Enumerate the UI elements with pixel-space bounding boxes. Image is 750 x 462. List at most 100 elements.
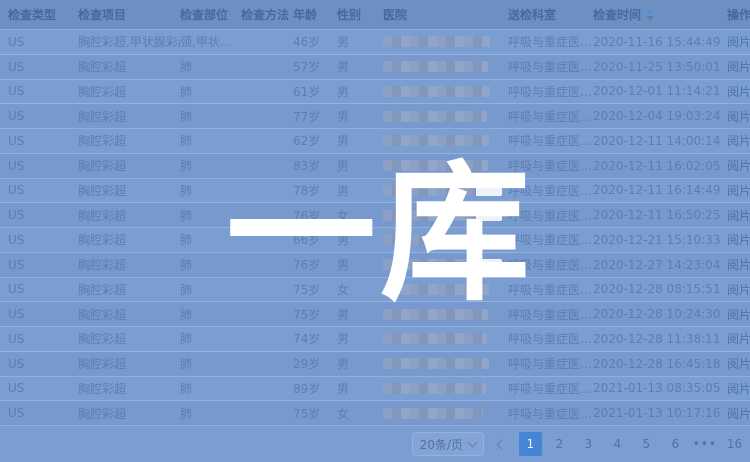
cell-dept: 呼吸与重症医... [508, 380, 593, 397]
table-row: US胸腔彩超肺66岁男呼吸与重症医...2020-12-21 15:10:33阅… [0, 228, 750, 253]
view-film-link[interactable]: 阅片 [727, 132, 750, 149]
gender-text: 男 [337, 157, 349, 174]
view-film-link[interactable]: 阅片 [727, 33, 750, 50]
type-text: US [8, 357, 24, 371]
cell-dept: 呼吸与重症医... [508, 207, 593, 224]
view-film-link[interactable]: 阅片 [727, 108, 750, 125]
view-film-link[interactable]: 阅片 [727, 405, 750, 422]
page-button-5[interactable]: 5 [635, 432, 658, 456]
cell-time: 2021-01-13 10:17:16 [593, 406, 727, 420]
sort-icon[interactable] [646, 9, 654, 21]
dept-text: 呼吸与重症医... [508, 380, 591, 397]
view-film-link[interactable]: 阅片 [727, 256, 750, 273]
age-text: 75岁 [293, 405, 320, 422]
cell-op: 阅片 [727, 380, 750, 397]
cell-item: 胸腔彩超 [78, 355, 180, 372]
hospital-redacted-bar [383, 210, 502, 221]
cell-dept: 呼吸与重症医... [508, 405, 593, 422]
cell-gender: 男 [337, 58, 383, 75]
cell-part: 肺 [180, 380, 241, 397]
part-text: 肺 [180, 281, 192, 298]
item-text: 胸腔彩超 [78, 281, 126, 298]
gender-text: 女 [337, 405, 349, 422]
part-text: 肺 [180, 231, 192, 248]
table-row: US胸腔彩超肺76岁男呼吸与重症医...2020-12-27 14:23:04阅… [0, 253, 750, 278]
time-text: 2021-01-13 08:35:05 [593, 381, 720, 395]
view-film-link[interactable]: 阅片 [727, 157, 750, 174]
cell-hospital [383, 309, 508, 320]
time-text: 2020-12-21 15:10:33 [593, 233, 720, 247]
type-text: US [8, 208, 24, 222]
cell-type: US [8, 381, 78, 395]
cell-hospital [383, 259, 508, 270]
cell-age: 75岁 [293, 281, 337, 298]
view-film-link[interactable]: 阅片 [727, 281, 750, 298]
age-text: 74岁 [293, 330, 320, 347]
column-header-method: 检查方法 [241, 6, 293, 23]
page-button-last[interactable]: 16 [723, 432, 746, 456]
view-film-link[interactable]: 阅片 [727, 330, 750, 347]
cell-hospital [383, 61, 508, 72]
dept-text: 呼吸与重症医... [508, 207, 591, 224]
view-film-link[interactable]: 阅片 [727, 182, 750, 199]
cell-part: 肺 [180, 405, 241, 422]
dept-text: 呼吸与重症医... [508, 132, 591, 149]
gender-text: 男 [337, 108, 349, 125]
time-text: 2020-12-28 08:15:51 [593, 282, 720, 296]
view-film-link[interactable]: 阅片 [727, 83, 750, 100]
cell-item: 胸腔彩超 [78, 306, 180, 323]
cell-gender: 男 [337, 182, 383, 199]
type-text: US [8, 60, 24, 74]
column-header-time[interactable]: 检查时间 [593, 6, 727, 23]
cell-hospital [383, 210, 508, 221]
age-text: 83岁 [293, 157, 320, 174]
type-text: US [8, 332, 24, 346]
age-text: 77岁 [293, 108, 320, 125]
page-button-4[interactable]: 4 [606, 432, 629, 456]
prev-page-button[interactable] [490, 432, 513, 456]
view-film-link[interactable]: 阅片 [727, 58, 750, 75]
view-film-link[interactable]: 阅片 [727, 380, 750, 397]
cell-dept: 呼吸与重症医... [508, 231, 593, 248]
part-text: 肺 [180, 132, 192, 149]
item-text: 胸腔彩超 [78, 182, 126, 199]
cell-age: 61岁 [293, 83, 337, 100]
page-button-1[interactable]: 1 [519, 432, 542, 456]
gender-text: 男 [337, 330, 349, 347]
cell-item: 胸腔彩超 [78, 58, 180, 75]
view-film-link[interactable]: 阅片 [727, 306, 750, 323]
cell-time: 2020-12-01 11:14:21 [593, 84, 727, 98]
cell-age: 75岁 [293, 405, 337, 422]
hospital-redacted-bar [383, 309, 488, 320]
cell-age: 62岁 [293, 132, 337, 149]
item-text: 胸腔彩超 [78, 157, 126, 174]
cell-gender: 男 [337, 256, 383, 273]
page-button-3[interactable]: 3 [577, 432, 600, 456]
more-pages-button[interactable]: ••• [693, 432, 717, 456]
hospital-redacted-bar [383, 86, 490, 97]
page-button-2[interactable]: 2 [548, 432, 571, 456]
part-text: 肺 [180, 58, 192, 75]
cell-gender: 男 [337, 83, 383, 100]
cell-age: 78岁 [293, 182, 337, 199]
cell-op: 阅片 [727, 132, 750, 149]
cell-hospital [383, 234, 508, 245]
cell-gender: 男 [337, 33, 383, 50]
type-text: US [8, 159, 24, 173]
column-header-type: 检查类型 [8, 6, 78, 23]
age-text: 29岁 [293, 355, 320, 372]
time-text: 2020-12-28 10:24:30 [593, 307, 720, 321]
cell-hospital [383, 135, 508, 146]
cell-hospital [383, 358, 508, 369]
column-header-dept: 送检科室 [508, 6, 593, 23]
page-size-select[interactable]: 20条/页 [412, 432, 484, 456]
cell-item: 胸腔彩超 [78, 182, 180, 199]
cell-dept: 呼吸与重症医... [508, 281, 593, 298]
page-button-6[interactable]: 6 [664, 432, 687, 456]
view-film-link[interactable]: 阅片 [727, 355, 750, 372]
cell-time: 2020-12-11 14:00:14 [593, 134, 727, 148]
view-film-link[interactable]: 阅片 [727, 207, 750, 224]
cell-age: 76岁 [293, 256, 337, 273]
view-film-link[interactable]: 阅片 [727, 231, 750, 248]
type-text: US [8, 381, 24, 395]
